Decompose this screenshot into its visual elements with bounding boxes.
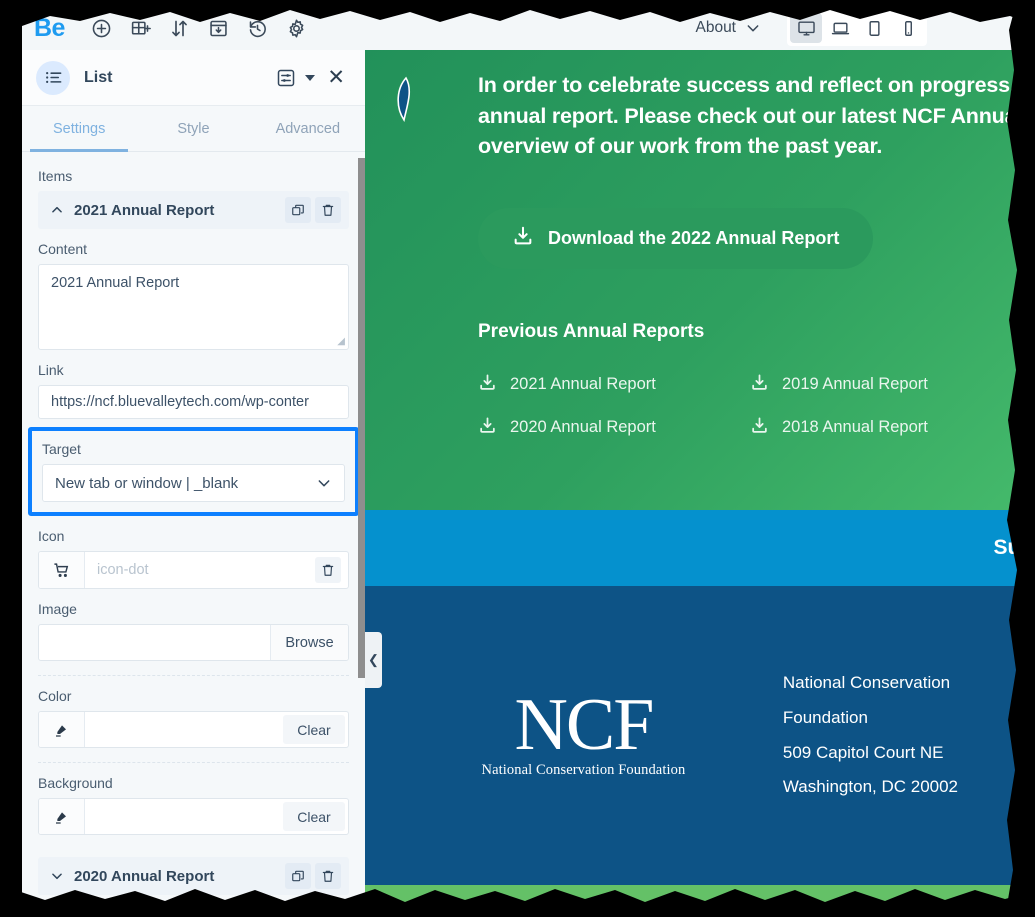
report-link-label: 2021 Annual Report	[510, 375, 656, 394]
download-icon	[750, 373, 769, 397]
download-icon	[478, 416, 497, 440]
content-textarea-value: 2021 Annual Report	[51, 275, 180, 291]
content-textarea[interactable]: 2021 Annual Report ◢	[38, 264, 349, 350]
chevron-down-icon	[318, 480, 330, 487]
download-icon	[478, 373, 497, 397]
report-link[interactable]: 2020 Annual Report	[478, 416, 750, 440]
device-laptop-button[interactable]	[824, 13, 856, 43]
background-input[interactable]	[85, 799, 283, 834]
cart-icon[interactable]	[39, 552, 85, 588]
target-select[interactable]: New tab or window | _blank	[42, 464, 345, 502]
items-label: Items	[38, 168, 73, 184]
color-clear-button[interactable]: Clear	[283, 715, 345, 744]
list-item-2021[interactable]: 2021 Annual Report	[38, 191, 349, 229]
background-label: Background	[38, 775, 113, 791]
report-link-label: 2018 Annual Report	[782, 418, 928, 437]
subscribe-band: Subscribe	[365, 510, 1035, 586]
list-item-title: 2020 Annual Report	[74, 867, 215, 885]
torn-edge-left	[0, 0, 24, 917]
link-input[interactable]: https://ncf.bluevalleytech.com/wp-conter	[38, 385, 349, 419]
sliders-icon[interactable]	[273, 65, 299, 91]
lead-paragraph: In order to celebrate success and reflec…	[478, 73, 1035, 159]
icon-label: Icon	[38, 528, 65, 544]
chevron-down-icon[interactable]	[305, 74, 316, 81]
panel-body: Items 2021 Annual Report Content 2021 An…	[22, 152, 365, 910]
download-annual-report-button[interactable]: Download the 2022 Annual Report	[478, 207, 874, 269]
report-link-label: 2020 Annual Report	[510, 418, 656, 437]
chevron-down-icon	[747, 25, 759, 32]
content-label: Content	[38, 241, 88, 257]
target-select-value: New tab or window | _blank	[55, 474, 239, 492]
icon-delete-button[interactable]	[308, 552, 348, 588]
report-link[interactable]: 2018 Annual Report	[750, 416, 1022, 440]
link-label: Link	[38, 362, 64, 378]
duplicate-icon[interactable]	[285, 863, 311, 889]
target-label: Target	[42, 441, 81, 457]
chevron-down-icon[interactable]	[46, 869, 68, 883]
link-input-value: https://ncf.bluevalleytech.com/wp-conter	[51, 394, 309, 410]
color-field: Clear	[38, 711, 349, 748]
panel-title: List	[84, 68, 113, 86]
gear-icon[interactable]	[282, 13, 312, 43]
site-footer: NCF National Conservation Foundation Nat…	[365, 76, 1035, 885]
previous-reports-heading: Previous Annual Reports	[478, 320, 705, 342]
icon-field: icon-dot	[38, 551, 349, 589]
download-icon	[512, 225, 534, 252]
page-preview-canvas: In order to celebrate success and reflec…	[365, 50, 1035, 912]
report-link[interactable]: 2021 Annual Report	[478, 373, 750, 397]
panel-collapse-handle[interactable]: ❮	[365, 632, 382, 688]
tab-advanced[interactable]: Advanced	[251, 106, 365, 151]
image-input[interactable]	[39, 625, 270, 660]
trash-icon	[315, 557, 341, 583]
browse-button[interactable]: Browse	[270, 625, 348, 660]
download-button-label: Download the 2022 Annual Report	[548, 227, 840, 248]
color-label: Color	[38, 688, 72, 704]
chevron-left-icon: ❮	[368, 652, 379, 667]
divider	[38, 675, 349, 676]
color-input[interactable]	[85, 712, 283, 747]
list-item-title: 2021 Annual Report	[74, 201, 215, 219]
previous-reports-list: 2021 Annual Report 2019 Annual Report 20…	[478, 373, 1035, 440]
close-icon[interactable]: ✕	[321, 67, 351, 88]
image-label: Image	[38, 601, 77, 617]
background-field: Clear	[38, 798, 349, 835]
footer-address: National Conservation Foundation 509 Cap…	[783, 666, 1035, 805]
report-link[interactable]: 2019 Annual Report	[750, 373, 1022, 397]
footer-address-line: 509 Capitol Court NE	[782, 742, 944, 762]
ncf-logo: NCF National Conservation Foundation	[397, 76, 689, 780]
background-clear-button[interactable]: Clear	[283, 802, 345, 831]
trash-icon[interactable]	[315, 863, 341, 889]
ncf-logo-text: NCF	[514, 683, 654, 766]
trash-icon[interactable]	[315, 197, 341, 223]
footer-city-state-zip: Washington, DC 20002	[782, 777, 959, 797]
download-icon	[750, 416, 769, 440]
tab-settings[interactable]: Settings	[22, 106, 136, 152]
target-field-highlight: Target New tab or window | _blank	[28, 427, 359, 516]
list-icon	[36, 60, 70, 95]
image-field: Browse	[38, 624, 349, 661]
duplicate-icon[interactable]	[285, 197, 311, 223]
widget-settings-panel: List ✕ Settings Style Advanced Items 202…	[22, 50, 365, 910]
screenshot-root: In order to celebrate success and reflec…	[0, 0, 1035, 917]
footer-org-name: National Conservation Foundation	[782, 672, 951, 727]
panel-header-actions: ✕	[273, 65, 351, 91]
color-picker-icon[interactable]	[39, 799, 85, 834]
icon-input[interactable]: icon-dot	[85, 552, 308, 588]
chevron-up-icon[interactable]	[46, 203, 68, 217]
page-selector-label: About	[695, 19, 736, 36]
tab-style[interactable]: Style	[136, 106, 250, 151]
panel-scrollbar[interactable]	[358, 158, 365, 678]
annual-report-section: In order to celebrate success and reflec…	[365, 50, 1035, 510]
icon-input-placeholder: icon-dot	[97, 562, 149, 578]
panel-header: List ✕	[22, 50, 365, 106]
resize-grip-icon[interactable]: ◢	[337, 336, 345, 347]
divider	[38, 762, 349, 763]
list-item-2020[interactable]: 2020 Annual Report	[38, 857, 349, 895]
leaf-icon	[397, 76, 411, 122]
panel-tabs: Settings Style Advanced	[22, 106, 365, 152]
color-picker-icon[interactable]	[39, 712, 85, 747]
report-link-label: 2019 Annual Report	[782, 375, 928, 394]
